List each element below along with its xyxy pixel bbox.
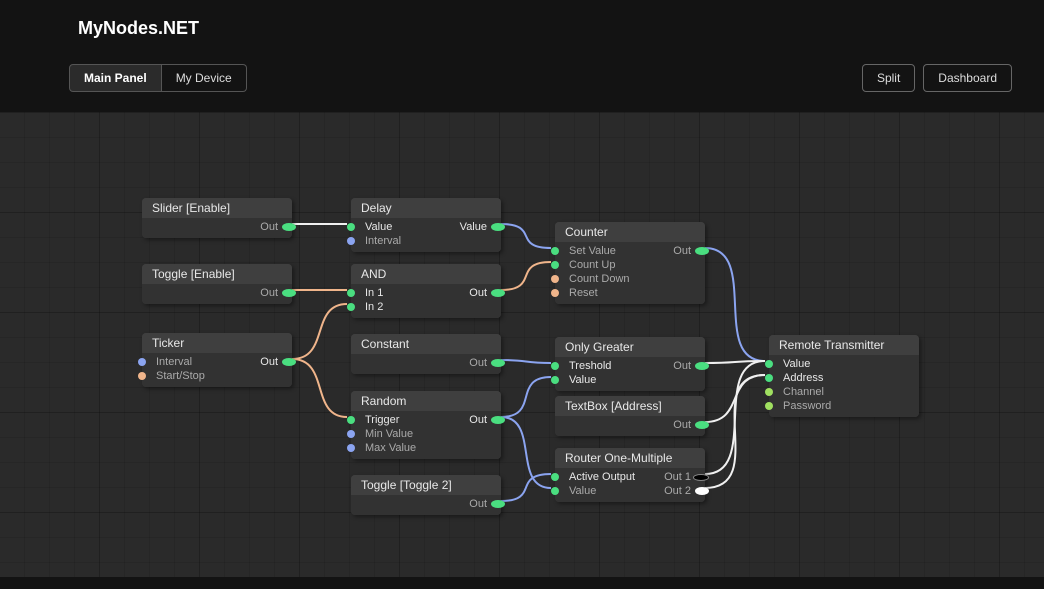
node-title: Random [351, 391, 501, 411]
port-out[interactable] [491, 500, 505, 508]
node-title: Counter [555, 222, 705, 242]
port-in-treshold[interactable] [551, 362, 559, 370]
node-title: TextBox [Address] [555, 396, 705, 416]
port-in-2[interactable] [347, 303, 355, 311]
port-out-2[interactable] [695, 487, 709, 495]
port-label-setvalue: Set Value [555, 245, 616, 257]
port-label-in2: In 2 [351, 301, 383, 313]
port-in-trigger[interactable] [347, 416, 355, 424]
port-in-max[interactable] [347, 444, 355, 452]
status-bar [0, 577, 1044, 589]
port-in-countdown[interactable] [551, 275, 559, 283]
port-in-min[interactable] [347, 430, 355, 438]
port-out[interactable] [491, 289, 505, 297]
nav-tabs: Main Panel My Device [69, 64, 247, 92]
port-in-password[interactable] [765, 402, 773, 410]
node-canvas[interactable]: Slider [Enable] Out Toggle [Enable] Out … [0, 112, 1044, 577]
node-title: Slider [Enable] [142, 198, 292, 218]
port-label-trigger: Trigger [351, 414, 399, 426]
port-label-value: Value [769, 358, 810, 370]
port-in-value[interactable] [551, 487, 559, 495]
port-out[interactable] [695, 421, 709, 429]
port-label-treshold: Treshold [555, 360, 611, 372]
port-in-channel[interactable] [765, 388, 773, 396]
port-label-value: Value [555, 374, 596, 386]
port-out[interactable] [282, 289, 296, 297]
port-label-value: Value [351, 221, 392, 233]
port-label-interval: Interval [142, 356, 192, 368]
node-title: Toggle [Toggle 2] [351, 475, 501, 495]
node-toggle2[interactable]: Toggle [Toggle 2] Out [351, 475, 501, 515]
node-title: Remote Transmitter [769, 335, 919, 355]
port-out[interactable] [282, 223, 296, 231]
split-button[interactable]: Split [862, 64, 915, 92]
port-label-active: Active Output [555, 471, 635, 483]
port-in-interval[interactable] [138, 358, 146, 366]
port-label-reset: Reset [555, 287, 598, 299]
port-out[interactable] [491, 359, 505, 367]
port-label-countdown: Count Down [555, 273, 630, 285]
port-label-in1: In 1 [351, 287, 383, 299]
port-in-interval[interactable] [347, 237, 355, 245]
port-label-address: Address [769, 372, 823, 384]
port-out-value[interactable] [491, 223, 505, 231]
port-label-min: Min Value [351, 428, 413, 440]
port-label-startstop: Start/Stop [142, 370, 205, 382]
port-out[interactable] [695, 247, 709, 255]
node-title: Router One-Multiple [555, 448, 705, 468]
port-label-countup: Count Up [555, 259, 615, 271]
node-onlygreater[interactable]: Only Greater Treshold Out Value [555, 337, 705, 391]
node-random[interactable]: Random Trigger Out Min Value Max Value [351, 391, 501, 459]
port-label-max: Max Value [351, 442, 416, 454]
port-in-1[interactable] [347, 289, 355, 297]
node-remote[interactable]: Remote Transmitter Value Address Channel… [769, 335, 919, 417]
port-out[interactable] [491, 416, 505, 424]
node-title: Ticker [142, 333, 292, 353]
dashboard-button[interactable]: Dashboard [923, 64, 1012, 92]
node-slider[interactable]: Slider [Enable] Out [142, 198, 292, 238]
port-label-value: Value [555, 485, 596, 497]
port-label-interval: Interval [351, 235, 401, 247]
node-title: Delay [351, 198, 501, 218]
port-out[interactable] [282, 358, 296, 366]
port-label-channel: Channel [769, 386, 824, 398]
app-title: MyNodes.NET [78, 18, 199, 39]
node-title: Toggle [Enable] [142, 264, 292, 284]
port-in-value[interactable] [551, 376, 559, 384]
port-out-1[interactable] [693, 474, 709, 481]
port-out[interactable] [695, 362, 709, 370]
port-label-password: Password [769, 400, 831, 412]
node-toggle[interactable]: Toggle [Enable] Out [142, 264, 292, 304]
node-title: Only Greater [555, 337, 705, 357]
node-ticker[interactable]: Ticker Interval Out Start/Stop [142, 333, 292, 387]
node-constant[interactable]: Constant Out [351, 334, 501, 374]
port-in-address[interactable] [765, 374, 773, 382]
port-in-startstop[interactable] [138, 372, 146, 380]
node-counter[interactable]: Counter Set Value Out Count Up Count Dow… [555, 222, 705, 304]
port-in-reset[interactable] [551, 289, 559, 297]
port-in-setvalue[interactable] [551, 247, 559, 255]
port-in-countup[interactable] [551, 261, 559, 269]
node-textbox[interactable]: TextBox [Address] Out [555, 396, 705, 436]
tab-main-panel[interactable]: Main Panel [69, 64, 162, 92]
port-in-value[interactable] [765, 360, 773, 368]
port-in-active[interactable] [551, 473, 559, 481]
tab-my-device[interactable]: My Device [162, 64, 247, 92]
port-in-value[interactable] [347, 223, 355, 231]
node-delay[interactable]: Delay Value Value Interval [351, 198, 501, 252]
node-title: Constant [351, 334, 501, 354]
node-router[interactable]: Router One-Multiple Active Output Out 1 … [555, 448, 705, 502]
node-and[interactable]: AND In 1 Out In 2 [351, 264, 501, 318]
node-title: AND [351, 264, 501, 284]
